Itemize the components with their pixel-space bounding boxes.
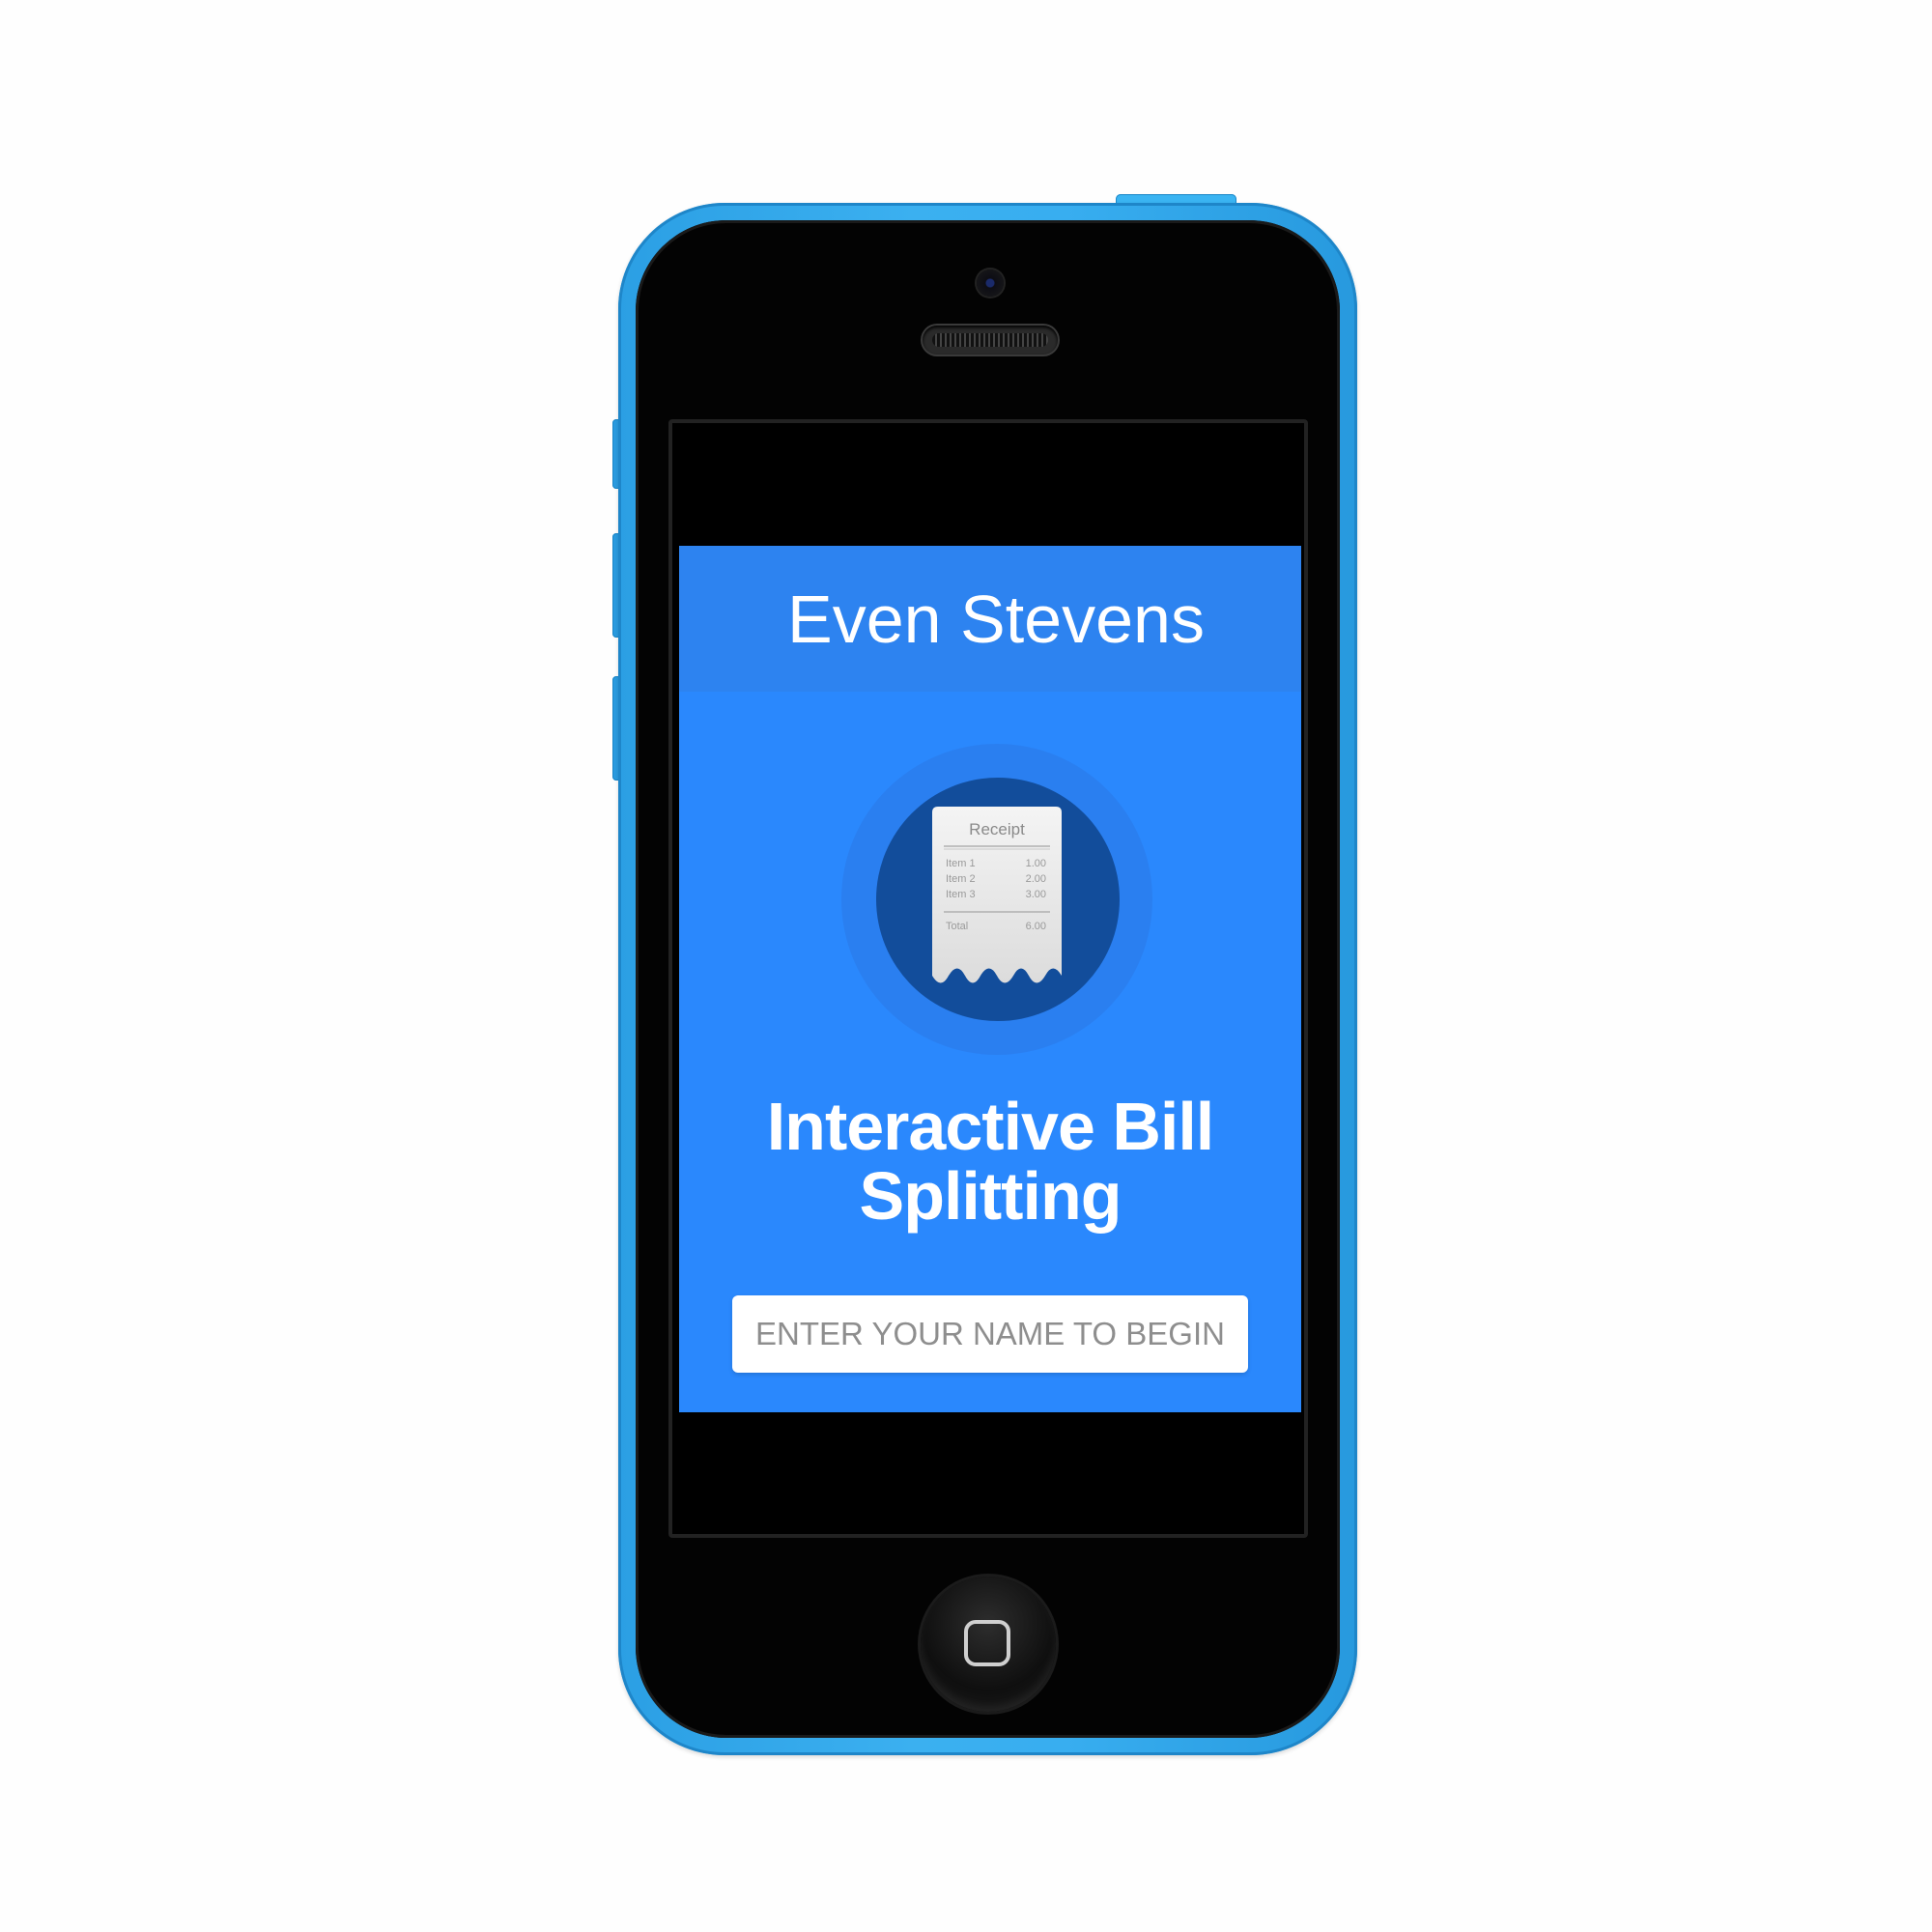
receipt-total-label: Total — [946, 921, 968, 932]
receipt-item-amount: 2.00 — [1026, 873, 1046, 885]
receipt-item-amount: 3.00 — [1026, 889, 1046, 900]
front-camera-icon — [977, 270, 1004, 297]
page-background: Even Stevens Receipt Item 1 1.00 Item 2 … — [0, 0, 1932, 1932]
receipt-item-label: Item 1 — [946, 858, 976, 869]
receipt-total-amount: 6.00 — [1026, 921, 1046, 932]
home-button[interactable] — [921, 1577, 1056, 1712]
name-input[interactable] — [732, 1295, 1248, 1373]
app-title: Even Stevens — [787, 581, 1205, 657]
receipt-item-amount: 1.00 — [1026, 858, 1046, 869]
app-header: Even Stevens — [679, 546, 1301, 692]
receipt-item-label: Item 3 — [946, 889, 976, 900]
earpiece-speaker — [923, 326, 1058, 355]
home-square-icon — [964, 1620, 1010, 1666]
receipt-item-label: Item 2 — [946, 873, 976, 885]
app-screen: Even Stevens Receipt Item 1 1.00 Item 2 … — [679, 546, 1301, 1412]
headline: Interactive Bill Splitting — [679, 1092, 1301, 1231]
headline-line-2: Splitting — [859, 1158, 1122, 1234]
headline-line-1: Interactive Bill — [766, 1089, 1215, 1164]
receipt-heading: Receipt — [969, 820, 1025, 838]
receipt-icon: Receipt Item 1 1.00 Item 2 2.00 Item 3 3… — [932, 807, 1062, 983]
